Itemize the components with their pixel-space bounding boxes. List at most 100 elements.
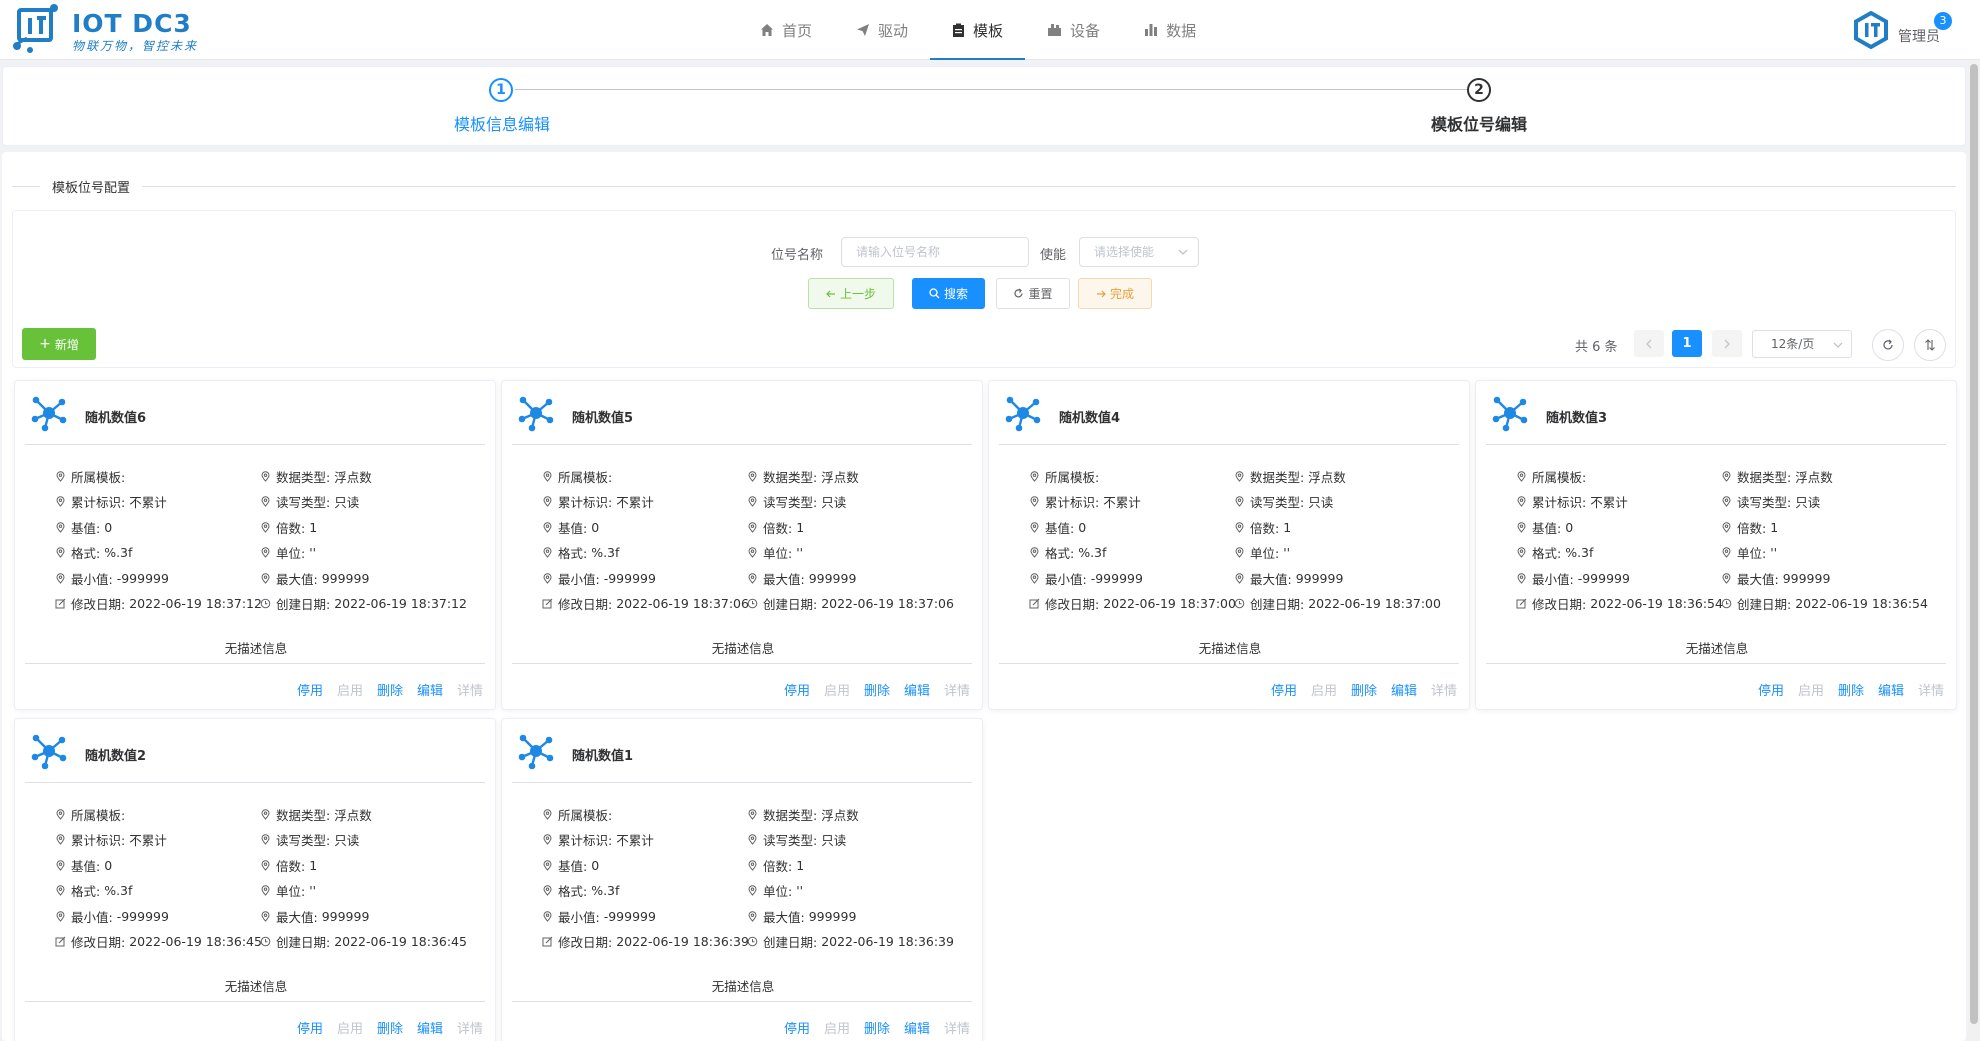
- disable-button[interactable]: 停用: [1271, 680, 1297, 699]
- card-title[interactable]: 随机数值2: [85, 745, 146, 764]
- disable-button[interactable]: 停用: [784, 680, 810, 699]
- location-pin-icon: [748, 860, 757, 871]
- enable-select[interactable]: 请选择使能: [1079, 237, 1199, 267]
- field-value: -999999: [603, 909, 656, 924]
- step-1-number[interactable]: 1: [489, 78, 513, 102]
- card-title[interactable]: 随机数值6: [85, 407, 146, 426]
- detail-button[interactable]: 详情: [1431, 680, 1457, 699]
- card-title[interactable]: 随机数值4: [1059, 407, 1120, 426]
- edit-button[interactable]: 编辑: [904, 1018, 930, 1037]
- prev-step-button[interactable]: 上一步: [808, 278, 894, 309]
- prev-page-button[interactable]: [1634, 330, 1664, 357]
- refresh-list-button[interactable]: [1872, 329, 1904, 361]
- step-2-title[interactable]: 模板位号编辑: [1431, 111, 1527, 135]
- disable-button[interactable]: 停用: [784, 1018, 810, 1037]
- field-value: 浮点数: [1795, 470, 1833, 485]
- edit-button[interactable]: 编辑: [1878, 680, 1904, 699]
- field-template: 所属模板:: [55, 467, 125, 486]
- step-2-number[interactable]: 2: [1467, 78, 1491, 102]
- enable-button[interactable]: 启用: [824, 680, 850, 699]
- field-label: 创建日期:: [763, 597, 818, 612]
- field-value: 0: [1565, 520, 1574, 535]
- nav-item-home[interactable]: 首页: [738, 0, 834, 60]
- page-size-select[interactable]: 12条/页: [1752, 330, 1852, 358]
- next-page-button[interactable]: [1712, 330, 1742, 357]
- sort-button[interactable]: [1914, 329, 1946, 361]
- edit-button[interactable]: 编辑: [417, 680, 443, 699]
- field-value: 只读: [334, 495, 360, 510]
- detail-button[interactable]: 详情: [944, 680, 970, 699]
- card-title[interactable]: 随机数值1: [572, 745, 633, 764]
- send-icon: [857, 24, 870, 36]
- enable-button[interactable]: 启用: [1311, 680, 1337, 699]
- delete-button[interactable]: 删除: [864, 680, 890, 699]
- delete-button[interactable]: 删除: [377, 1018, 403, 1037]
- card-divider: [1486, 444, 1946, 445]
- card-title[interactable]: 随机数值3: [1546, 407, 1607, 426]
- location-pin-icon: [261, 885, 270, 896]
- enable-button[interactable]: 启用: [1798, 680, 1824, 699]
- finish-button[interactable]: 完成: [1078, 278, 1152, 309]
- detail-button[interactable]: 详情: [1918, 680, 1944, 699]
- delete-button[interactable]: 删除: [1838, 680, 1864, 699]
- delete-button[interactable]: 删除: [377, 680, 403, 699]
- add-point-button[interactable]: + 新增: [22, 328, 96, 360]
- field-base: 基值: 0: [542, 856, 599, 875]
- point-name-input[interactable]: 请输入位号名称: [841, 237, 1029, 267]
- detail-button[interactable]: 详情: [457, 1018, 483, 1037]
- detail-button[interactable]: 详情: [944, 1018, 970, 1037]
- field-label: 累计标识:: [558, 495, 613, 510]
- field-label: 读写类型:: [276, 495, 331, 510]
- scrollbar-thumb[interactable]: [1970, 64, 1978, 1024]
- nav-item-device[interactable]: 设备: [1025, 0, 1122, 60]
- field-value: 只读: [1308, 495, 1334, 510]
- delete-button[interactable]: 删除: [864, 1018, 890, 1037]
- field-value: %.3f: [591, 883, 620, 898]
- field-value: 2022-06-19 18:37:12: [129, 596, 262, 611]
- field-updated: 修改日期: 2022-06-19 18:36:54: [1516, 594, 1723, 613]
- app-logo[interactable]: IOT DC3 物联万物，智控未来: [12, 4, 212, 56]
- nav-item-label: 模板: [973, 21, 1004, 40]
- location-pin-icon: [1235, 547, 1244, 558]
- disable-button[interactable]: 停用: [1758, 680, 1784, 699]
- reset-button[interactable]: 重置: [996, 278, 1070, 309]
- card-description: 无描述信息: [1198, 641, 1262, 656]
- field-label: 基值:: [558, 859, 588, 874]
- page-number-1[interactable]: 1: [1672, 330, 1702, 357]
- field-value: 只读: [821, 833, 847, 848]
- disable-button[interactable]: 停用: [297, 680, 323, 699]
- nav-item-data[interactable]: 数据: [1122, 0, 1218, 60]
- field-value: %.3f: [104, 545, 133, 560]
- field-value: 2022-06-19 18:36:45: [334, 934, 467, 949]
- field-label: 数据类型:: [276, 808, 331, 823]
- field-label: 倍数:: [276, 859, 306, 874]
- field-label: 累计标识:: [1045, 495, 1100, 510]
- enable-button[interactable]: 启用: [337, 680, 363, 699]
- main-panel: 模板位号配置 位号名称 请输入位号名称 使能 请选择使能 上一步 搜索 重置 完…: [2, 152, 1966, 1041]
- location-pin-icon: [543, 547, 552, 558]
- disable-button[interactable]: 停用: [297, 1018, 323, 1037]
- edit-button[interactable]: 编辑: [1391, 680, 1417, 699]
- edit-button[interactable]: 编辑: [904, 680, 930, 699]
- field-updated: 修改日期: 2022-06-19 18:36:39: [542, 932, 749, 951]
- refresh-icon: [1014, 288, 1024, 298]
- nav-item-driver[interactable]: 驱动: [834, 0, 930, 60]
- field-value: 只读: [334, 833, 360, 848]
- page-scrollbar[interactable]: [1968, 60, 1980, 1041]
- field-value: %.3f: [591, 545, 620, 560]
- step-1-title[interactable]: 模板信息编辑: [454, 111, 550, 135]
- delete-button[interactable]: 删除: [1351, 680, 1377, 699]
- card-title[interactable]: 随机数值5: [572, 407, 633, 426]
- enable-button[interactable]: 启用: [337, 1018, 363, 1037]
- detail-button[interactable]: 详情: [457, 680, 483, 699]
- nav-item-template[interactable]: 模板: [930, 0, 1026, 60]
- user-menu[interactable]: 管理员 3: [1852, 10, 1952, 50]
- edit-button[interactable]: 编辑: [417, 1018, 443, 1037]
- field-created: 创建日期: 2022-06-19 18:37:00: [1234, 594, 1441, 613]
- location-pin-icon: [56, 522, 65, 533]
- field-label: 最小值:: [558, 572, 600, 587]
- field-label: 数据类型:: [763, 470, 818, 485]
- enable-button[interactable]: 启用: [824, 1018, 850, 1037]
- field-updated: 修改日期: 2022-06-19 18:37:06: [542, 594, 749, 613]
- search-button[interactable]: 搜索: [912, 278, 985, 309]
